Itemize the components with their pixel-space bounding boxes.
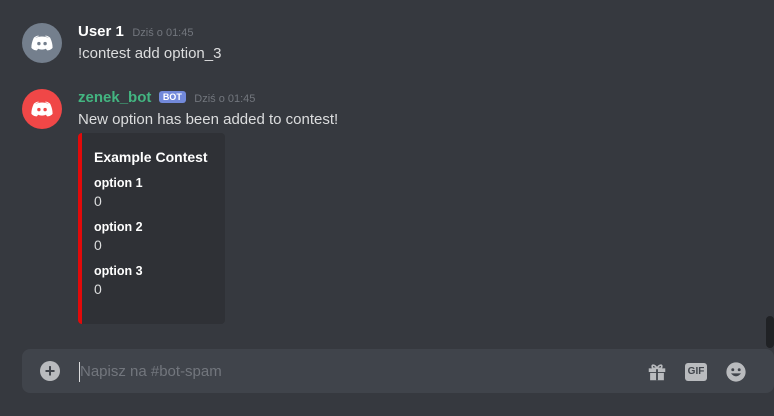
gif-button[interactable]: GIF (684, 361, 708, 383)
plus-circle-icon: + (44, 361, 56, 381)
scrollbar-thumb[interactable] (766, 316, 774, 348)
avatar[interactable] (22, 23, 62, 63)
username[interactable]: zenek_bot (78, 89, 151, 106)
message-input[interactable] (80, 355, 620, 387)
attach-button[interactable]: + (40, 361, 60, 381)
gift-button[interactable] (646, 361, 668, 383)
embed-field-value: 0 (94, 237, 102, 253)
message-content: !contest add option_3 (78, 45, 222, 62)
embed-title: Example Contest (94, 149, 208, 165)
timestamp: Dziś o 01:45 (132, 27, 194, 39)
embed-field-value: 0 (94, 193, 102, 209)
username[interactable]: User 1 (78, 23, 124, 40)
timestamp: Dziś o 01:45 (194, 93, 256, 105)
composer-area: + GIF (0, 348, 774, 416)
message-header: User 1 Dziś o 01:45 (78, 23, 193, 41)
message-content: New option has been added to contest! (78, 111, 339, 128)
discord-logo-icon (31, 101, 53, 117)
message-header: zenek_bot BOT Dziś o 01:45 (78, 89, 255, 107)
gif-label: GIF (684, 363, 708, 381)
discord-logo-icon (31, 35, 53, 51)
embed-field-name: option 3 (94, 264, 143, 278)
embed-field-name: option 1 (94, 176, 143, 190)
emoji-smile-icon (726, 362, 746, 382)
embed-field-name: option 2 (94, 220, 143, 234)
gift-icon (648, 364, 666, 381)
bot-tag: BOT (158, 91, 186, 103)
avatar[interactable] (22, 89, 62, 129)
embed-field-value: 0 (94, 281, 102, 297)
chat-messages: User 1 Dziś o 01:45 !contest add option_… (0, 0, 774, 348)
embed: Example Contest option 1 0 option 2 0 op… (78, 133, 225, 324)
message-composer: + GIF (22, 349, 774, 393)
embed-field: option 3 0 (94, 263, 213, 299)
embed-field: option 1 0 (94, 175, 213, 211)
emoji-button[interactable] (725, 361, 747, 383)
embed-field: option 2 0 (94, 219, 213, 255)
